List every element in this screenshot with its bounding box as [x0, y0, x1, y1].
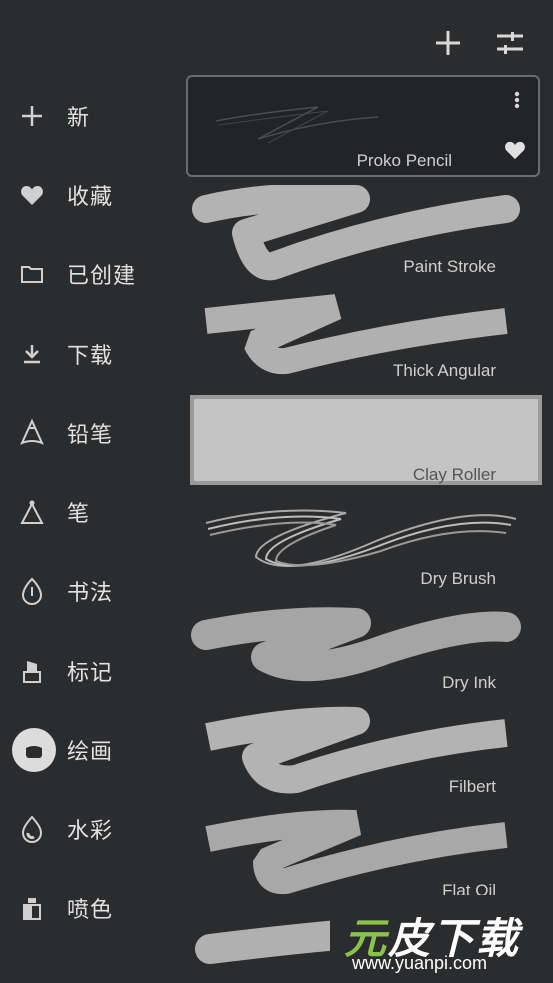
sidebar-item-created[interactable]: 已创建 [0, 246, 180, 302]
brush-list[interactable]: Proko Pencil Paint Stroke Thick Angular … [186, 75, 546, 983]
brush-name: Dry Ink [442, 673, 496, 692]
brush-name: Thick Angular [393, 361, 496, 380]
brush-item-filbert[interactable]: Filbert [186, 705, 540, 809]
sidebar-item-favorites[interactable]: 收藏 [0, 167, 180, 223]
plus-icon [14, 98, 50, 134]
sidebar-item-label: 铅笔 [67, 422, 114, 447]
brush-item-thick-angular[interactable]: Thick Angular [186, 289, 540, 393]
plus-icon[interactable] [431, 26, 465, 60]
sidebar-item-label: 已创建 [67, 263, 137, 288]
brush-item-clay-roller[interactable]: Clay Roller [186, 393, 542, 497]
category-sidebar: 新 收藏 已创建 下载 铅笔 笔 书法 标记 绘画 水彩 喷色 [0, 76, 180, 983]
heart-icon [14, 177, 50, 213]
top-bar [0, 0, 553, 80]
sidebar-item-label: 标记 [67, 660, 114, 685]
sidebar-item-painting[interactable]: 绘画 [0, 722, 180, 778]
brush-item-paint-stroke[interactable]: Paint Stroke [186, 185, 540, 289]
sidebar-item-label: 喷色 [67, 897, 114, 922]
brush-name: Proko Pencil [356, 151, 452, 170]
sidebar-item-label: 绘画 [67, 739, 114, 764]
sidebar-item-spray[interactable]: 喷色 [0, 880, 180, 936]
brush-item-dry-ink[interactable]: Dry Ink [186, 601, 540, 705]
sidebar-item-label: 水彩 [67, 818, 114, 843]
brush-item-proko-pencil[interactable]: Proko Pencil [186, 75, 540, 177]
watermark-url: www.yuanpi.com [352, 953, 488, 973]
watercolor-icon [14, 811, 50, 847]
brush-name: Clay Roller [412, 465, 496, 484]
sidebar-item-label: 收藏 [67, 184, 114, 209]
sidebar-item-downloads[interactable]: 下载 [0, 326, 180, 382]
marker-icon [14, 653, 50, 689]
sidebar-item-label: 新 [67, 105, 91, 130]
brush-item-dry-brush[interactable]: Dry Brush [186, 497, 540, 601]
heart-icon[interactable] [504, 140, 526, 165]
calligraphy-icon [14, 573, 50, 609]
sliders-icon[interactable] [493, 26, 527, 60]
folder-icon [14, 256, 50, 292]
brush-name: Dry Brush [420, 569, 496, 588]
spray-icon [14, 890, 50, 926]
brush-name: Filbert [448, 777, 496, 796]
sidebar-item-label: 笔 [67, 501, 91, 526]
sidebar-item-marker[interactable]: 标记 [0, 643, 180, 699]
pen-icon [14, 494, 50, 530]
pencil-icon [14, 415, 50, 451]
more-icon[interactable] [514, 91, 520, 114]
sidebar-item-pencil[interactable]: 铅笔 [0, 405, 180, 461]
sidebar-item-calligraphy[interactable]: 书法 [0, 563, 180, 619]
sidebar-item-pen[interactable]: 笔 [0, 484, 180, 540]
sidebar-item-label: 下载 [67, 343, 114, 368]
sidebar-item-new[interactable]: 新 [0, 88, 180, 144]
sidebar-item-watercolor[interactable]: 水彩 [0, 801, 180, 857]
paint-icon [12, 728, 56, 772]
brush-name: Paint Stroke [403, 257, 496, 276]
watermark-logo: 元皮下载 www.yuanpi.com [330, 895, 550, 981]
download-icon [14, 336, 50, 372]
sidebar-item-label: 书法 [67, 580, 114, 605]
